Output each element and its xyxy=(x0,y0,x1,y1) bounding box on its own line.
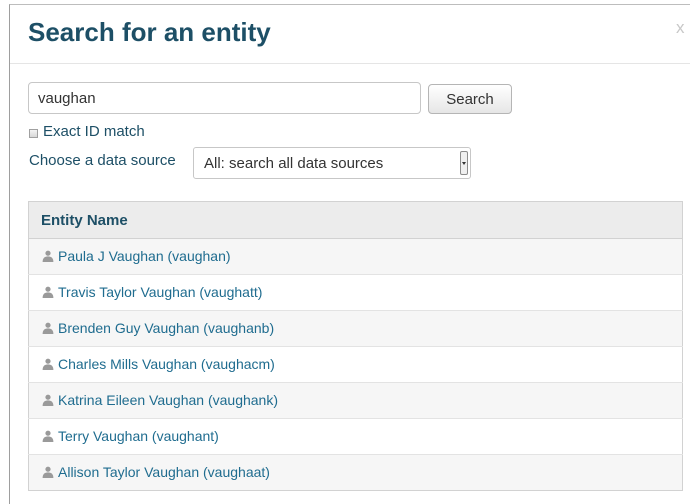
table-row: Katrina Eileen Vaughan (vaughank) xyxy=(28,382,683,419)
search-input[interactable] xyxy=(28,82,421,114)
table-row: Allison Taylor Vaughan (vaughaat) xyxy=(28,454,683,491)
entity-link[interactable]: Allison Taylor Vaughan (vaughaat) xyxy=(42,464,270,480)
entity-name-label: Brenden Guy Vaughan (vaughanb) xyxy=(58,320,275,336)
entity-name-label: Allison Taylor Vaughan (vaughaat) xyxy=(58,464,270,480)
search-button[interactable]: Search xyxy=(428,84,512,114)
user-icon xyxy=(42,465,54,481)
entity-link[interactable]: Katrina Eileen Vaughan (vaughank) xyxy=(42,392,278,408)
close-button[interactable]: x xyxy=(676,19,685,36)
entity-name-cell: Terry Vaughan (vaughant) xyxy=(28,418,683,455)
results-table: Entity Name Paula J Vaughan (vaughan) Tra… xyxy=(28,201,683,491)
results-header-row: Entity Name xyxy=(28,201,683,239)
data-source-select[interactable]: All: search all data sources xyxy=(193,147,471,179)
exact-id-match-checkbox[interactable] xyxy=(29,128,38,138)
entity-name-cell: Brenden Guy Vaughan (vaughanb) xyxy=(28,310,683,347)
exact-id-match-label[interactable]: Exact ID match xyxy=(43,123,145,140)
entity-name-cell: Allison Taylor Vaughan (vaughaat) xyxy=(28,454,683,491)
user-icon xyxy=(42,429,54,445)
search-entity-dialog: Search for an entity x Search Exact ID m… xyxy=(9,4,690,504)
entity-name-label: Paula J Vaughan (vaughan) xyxy=(58,248,231,264)
user-icon xyxy=(42,357,54,373)
results-body: Paula J Vaughan (vaughan) Travis Taylor V… xyxy=(28,238,683,491)
dropdown-arrow-button[interactable] xyxy=(460,151,468,175)
entity-name-cell: Paula J Vaughan (vaughan) xyxy=(28,238,683,275)
exact-id-match-row[interactable]: Exact ID match xyxy=(29,122,145,140)
user-icon xyxy=(42,321,54,337)
user-icon xyxy=(42,393,54,409)
data-source-selected-value: All: search all data sources xyxy=(204,155,384,172)
table-row: Paula J Vaughan (vaughan) xyxy=(28,238,683,275)
user-icon xyxy=(42,249,54,265)
entity-name-label: Travis Taylor Vaughan (vaughatt) xyxy=(58,284,263,300)
table-row: Charles Mills Vaughan (vaughacm) xyxy=(28,346,683,383)
dialog-header: Search for an entity x xyxy=(10,5,690,64)
entity-link[interactable]: Charles Mills Vaughan (vaughacm) xyxy=(42,356,275,372)
entity-name-label: Katrina Eileen Vaughan (vaughank) xyxy=(58,392,279,408)
entity-name-cell: Charles Mills Vaughan (vaughacm) xyxy=(28,346,683,383)
entity-name-cell: Travis Taylor Vaughan (vaughatt) xyxy=(28,274,683,311)
table-row: Travis Taylor Vaughan (vaughatt) xyxy=(28,274,683,311)
column-header-entity-name: Entity Name xyxy=(28,201,683,239)
table-row: Terry Vaughan (vaughant) xyxy=(28,418,683,455)
entity-name-label: Terry Vaughan (vaughant) xyxy=(58,428,219,444)
entity-link[interactable]: Travis Taylor Vaughan (vaughatt) xyxy=(42,284,262,300)
entity-link[interactable]: Brenden Guy Vaughan (vaughanb) xyxy=(42,320,274,336)
entity-name-cell: Katrina Eileen Vaughan (vaughank) xyxy=(28,382,683,419)
chevron-down-icon xyxy=(462,161,466,165)
entity-name-label: Charles Mills Vaughan (vaughacm) xyxy=(58,356,275,372)
dialog-title: Search for an entity xyxy=(28,17,271,47)
table-row: Brenden Guy Vaughan (vaughanb) xyxy=(28,310,683,347)
data-source-label: Choose a data source xyxy=(29,152,176,169)
entity-link[interactable]: Terry Vaughan (vaughant) xyxy=(42,428,219,444)
user-icon xyxy=(42,285,54,301)
entity-link[interactable]: Paula J Vaughan (vaughan) xyxy=(42,248,231,264)
